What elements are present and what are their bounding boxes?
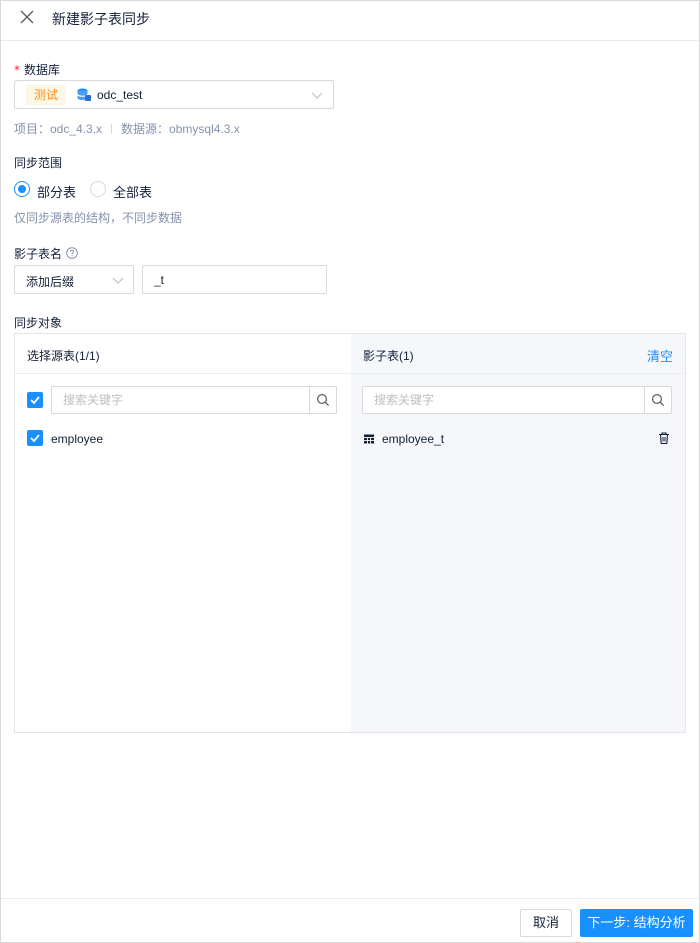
delete-icon[interactable] (657, 431, 671, 445)
next-step-button[interactable]: 下一步: 结构分析 (580, 909, 693, 937)
target-search-input[interactable] (363, 387, 645, 413)
drawer-header: 新建影子表同步 (1, 1, 699, 41)
search-icon (316, 393, 330, 407)
suffix-input[interactable] (142, 265, 327, 294)
database-select[interactable]: 测试 odc_test (14, 80, 334, 109)
target-search (362, 386, 672, 414)
source-search-input[interactable] (52, 387, 310, 413)
drawer-footer: 取消 下一步: 结构分析 (1, 898, 699, 942)
target-pane: 影子表(1) 清空 employee_t (351, 334, 685, 732)
chevron-down-icon (112, 274, 124, 286)
database-icon (76, 87, 92, 103)
table-transfer: 选择源表(1/1) employee 影子表(1) 清空 (14, 333, 686, 733)
drawer: 新建影子表同步 * 数据库 测试 odc_test 项目：odc_4.3.x 数据源… (0, 0, 700, 943)
radio-dot (90, 181, 106, 197)
chevron-down-icon (311, 89, 323, 101)
sync-scope-help: 仅同步源表的结构，不同步数据 (14, 211, 183, 225)
meta-divider (111, 124, 113, 134)
source-pane-title: 选择源表(1/1) (27, 349, 100, 363)
source-pane: 选择源表(1/1) employee (15, 334, 351, 732)
datasource-info: 数据源：obmysql4.3.x (121, 122, 240, 136)
source-pane-header: 选择源表(1/1) (15, 334, 351, 374)
source-search (51, 386, 337, 414)
radio-dot (14, 181, 30, 197)
target-pane-title: 影子表(1) (363, 349, 414, 363)
radio-label: 全部表 (113, 185, 153, 200)
shadow-table-item: employee_t (382, 432, 445, 446)
clear-button[interactable]: 清空 (647, 346, 673, 365)
sync-objects-label: 同步对象 (14, 316, 63, 330)
page-title: 新建影子表同步 (52, 11, 150, 27)
database-label: * 数据库 (14, 63, 61, 77)
sync-scope-label: 同步范围 (14, 156, 63, 170)
radio-label: 部分表 (37, 185, 77, 200)
suffix-mode-value: 添加后缀 (26, 275, 75, 289)
env-tag: 测试 (26, 85, 67, 105)
search-button[interactable] (309, 387, 336, 413)
database-name: odc_test (97, 88, 143, 102)
database-meta: 项目：odc_4.3.x 数据源：obmysql4.3.x (14, 120, 240, 137)
cancel-button[interactable]: 取消 (520, 909, 572, 937)
close-icon[interactable] (17, 7, 37, 27)
source-table-item[interactable]: employee (51, 432, 103, 446)
item-checkbox[interactable] (27, 430, 43, 446)
project-info: 项目：odc_4.3.x (14, 122, 103, 136)
table-icon (363, 433, 375, 445)
suffix-mode-select[interactable]: 添加后缀 (14, 265, 134, 294)
search-button[interactable] (644, 387, 671, 413)
shadow-name-label: 影子表名 (14, 245, 78, 262)
question-circle-icon[interactable] (66, 247, 78, 259)
target-pane-header: 影子表(1) 清空 (351, 334, 685, 374)
search-icon (651, 393, 665, 407)
required-mark: * (14, 63, 20, 77)
select-all-checkbox[interactable] (27, 392, 43, 408)
